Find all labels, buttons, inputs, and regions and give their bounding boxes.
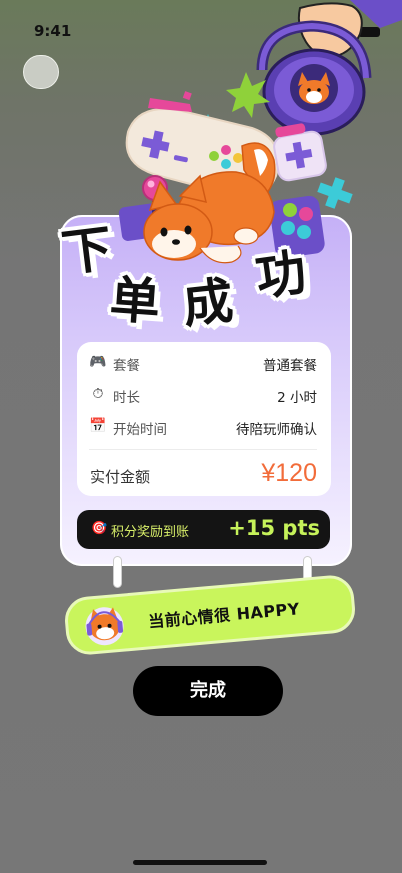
gamepad-icon: 🎮 — [89, 354, 107, 370]
detail-value: 2 小时 — [277, 390, 317, 406]
fox-avatar-icon — [85, 607, 124, 646]
detail-value: 待陪玩师确认 — [236, 422, 317, 438]
detail-row-start-time: 📅 开始时间 待陪玩师确认 — [89, 417, 317, 438]
plus-icon — [317, 177, 353, 209]
title-char-4: 功 — [252, 242, 310, 308]
detail-label: 开始时间 — [113, 422, 167, 438]
title-char-2: 单 — [108, 270, 162, 332]
stopwatch-icon: ⏱ — [92, 386, 104, 402]
title-char-1: 下 — [58, 219, 116, 283]
target-icon: 🎯 — [91, 521, 108, 536]
paid-amount-label: 实付金额 — [90, 468, 151, 486]
points-value: +15 pts — [228, 516, 320, 540]
banner-peg-left — [113, 556, 122, 588]
hand-headphones-icon — [256, 0, 402, 136]
paid-amount-value: ¥120 — [261, 459, 317, 487]
order-details: 🎮 套餐 普通套餐 ⏱ 时长 2 小时 📅 开始时间 待陪玩师确认 实付金额 ¥… — [77, 342, 331, 496]
mood-text: 当前心情很 HAPPY — [147, 599, 301, 632]
done-button[interactable]: 完成 — [133, 666, 283, 716]
detail-label: 时长 — [113, 390, 140, 406]
order-success-screen: 9:41 下 单 成 功 🎮 套餐 普通套餐 ⏱ 时长 2 小时 📅 开始时间 … — [0, 0, 402, 873]
title-char-3: 成 — [180, 271, 236, 335]
divider — [89, 449, 317, 450]
calendar-icon: 📅 — [89, 418, 107, 434]
mood-banner: 当前心情很 HAPPY — [63, 573, 357, 657]
home-indicator[interactable] — [133, 860, 267, 865]
detail-label: 套餐 — [113, 358, 140, 374]
points-label: 积分奖励到账 — [111, 525, 190, 540]
detail-row-package: 🎮 套餐 普通套餐 — [89, 353, 317, 374]
detail-row-duration: ⏱ 时长 2 小时 — [89, 385, 317, 406]
points-reward-bar: 🎯 积分奖励到账 +15 pts — [77, 510, 330, 549]
detail-value: 普通套餐 — [263, 358, 317, 374]
